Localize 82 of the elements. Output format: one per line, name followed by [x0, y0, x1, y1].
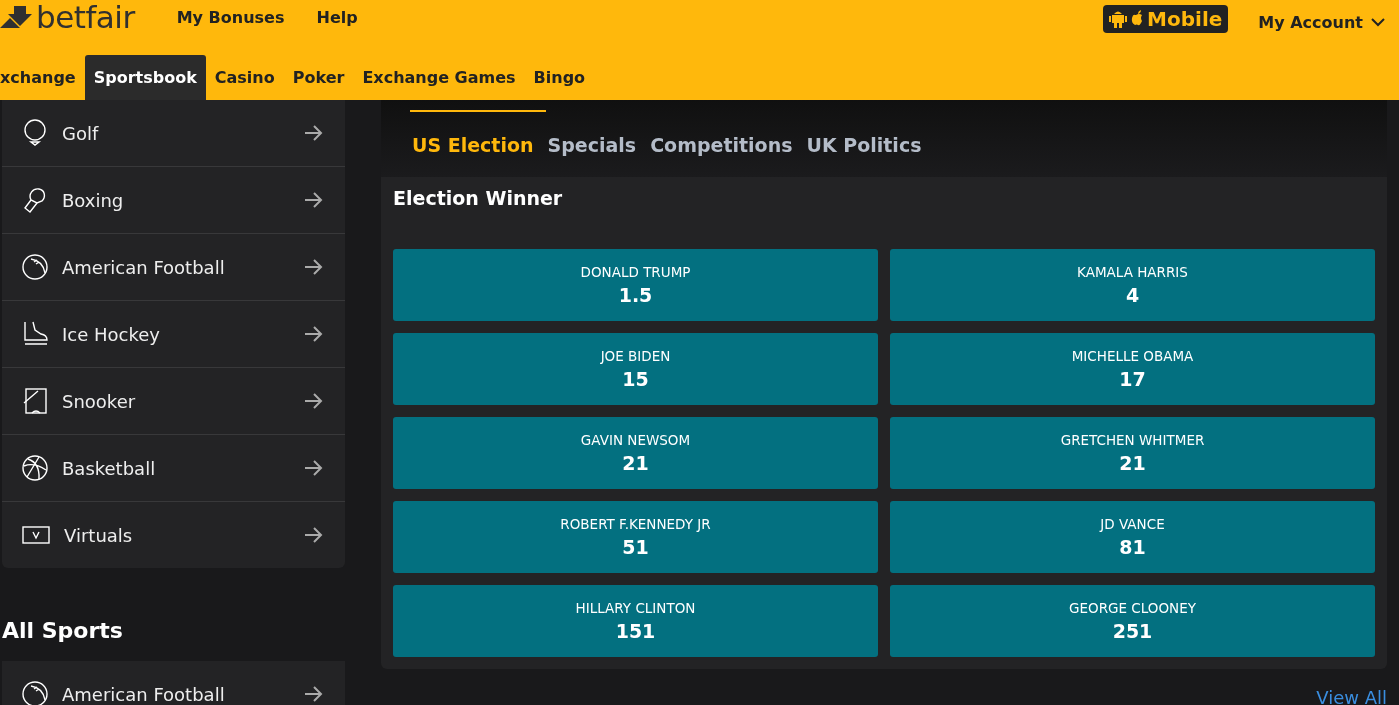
odds-value: 51	[622, 536, 649, 558]
basketball-icon	[22, 455, 48, 481]
arrow-right-icon	[303, 191, 323, 209]
selection-name: GEORGE CLOONEY	[1069, 600, 1196, 616]
odds-button[interactable]: ROBERT F.KENNEDY JR 51	[393, 501, 878, 573]
sport-label: Ice Hockey	[62, 323, 161, 345]
odds-value: 21	[622, 452, 649, 474]
odds-button[interactable]: GEORGE CLOONEY 251	[890, 585, 1375, 657]
mobile-badge[interactable]: Mobile	[1103, 5, 1229, 33]
selection-name: ROBERT F.KENNEDY JR	[560, 516, 711, 532]
odds-value: 1.5	[618, 284, 653, 306]
sport-label: Boxing	[62, 189, 125, 211]
sport-item[interactable]: Basketball	[2, 435, 345, 502]
sport-label: American Football	[62, 683, 226, 705]
nav-tab[interactable]: xchange	[0, 55, 85, 100]
odds-value: 251	[1112, 620, 1153, 642]
mobile-label: Mobile	[1147, 7, 1223, 31]
market-tab[interactable]: Specials	[545, 110, 649, 177]
arrow-right-icon	[303, 124, 323, 142]
sport-label: Golf	[62, 122, 100, 144]
odds-button[interactable]: JOE BIDEN 15	[393, 333, 878, 405]
nav-tab[interactable]: Casino	[205, 55, 284, 100]
header-link[interactable]: Help	[316, 7, 358, 27]
header-link[interactable]: My Bonuses	[176, 7, 285, 27]
market-title: Election Winner	[393, 187, 564, 209]
golf-ball-icon	[22, 119, 48, 147]
odds-button[interactable]: GAVIN NEWSOM 21	[393, 417, 878, 489]
arrow-right-icon	[303, 325, 323, 343]
sport-item[interactable]: Ice Hockey	[2, 301, 345, 368]
odds-button[interactable]: DONALD TRUMP 1.5	[393, 249, 878, 321]
ice-skate-icon	[22, 320, 48, 348]
football-icon	[22, 254, 48, 280]
sport-label: Virtuals	[64, 524, 134, 546]
selection-name: KAMALA HARRIS	[1077, 264, 1188, 280]
arrow-right-icon	[303, 526, 323, 544]
market-tab[interactable]: Competitions	[648, 110, 805, 177]
nav-tab[interactable]: Sportsbook	[84, 55, 206, 100]
nav-tab[interactable]: Exchange Games	[353, 55, 525, 100]
selection-name: JOE BIDEN	[600, 348, 671, 364]
arrow-right-icon	[303, 685, 323, 703]
odds-button[interactable]: HILLARY CLINTON 151	[393, 585, 878, 657]
selection-name: JD VANCE	[1100, 516, 1165, 532]
sport-item[interactable]: American Football	[2, 234, 345, 301]
selection-name: GRETCHEN WHITMER	[1060, 432, 1205, 448]
odds-button[interactable]: GRETCHEN WHITMER 21	[890, 417, 1375, 489]
section-title: All Sports	[2, 618, 124, 643]
arrow-right-icon	[303, 459, 323, 477]
odds-button[interactable]: MICHELLE OBAMA 17	[890, 333, 1375, 405]
sport-item[interactable]: Virtuals	[2, 502, 345, 568]
odds-value: 15	[622, 368, 649, 390]
sport-item[interactable]: Boxing	[2, 167, 345, 234]
odds-value: 21	[1119, 452, 1146, 474]
nav-tab[interactable]: Poker	[283, 55, 354, 100]
betfair-logo[interactable]: betfair	[0, 0, 135, 35]
sport-item[interactable]: Golf	[2, 100, 345, 167]
odds-value: 81	[1119, 536, 1146, 558]
arrows-icon	[0, 4, 34, 30]
market-tab[interactable]: UK Politics	[804, 110, 934, 177]
odds-value: 151	[615, 620, 656, 642]
odds-button[interactable]: JD VANCE 81	[890, 501, 1375, 573]
selection-name: MICHELLE OBAMA	[1071, 348, 1194, 364]
sport-item[interactable]: Snooker	[2, 368, 345, 435]
snooker-table-icon	[22, 387, 48, 415]
arrow-right-icon	[303, 258, 323, 276]
odds-value: 17	[1119, 368, 1146, 390]
arrow-right-icon	[303, 392, 323, 410]
sport-label: Basketball	[62, 457, 157, 479]
sport-label: Snooker	[62, 390, 137, 412]
odds-button[interactable]: KAMALA HARRIS 4	[890, 249, 1375, 321]
selection-name: HILLARY CLINTON	[575, 600, 696, 616]
sport-item[interactable]: American Football	[2, 661, 345, 705]
odds-value: 4	[1125, 284, 1140, 306]
virtual-screen-icon	[22, 525, 50, 545]
boxing-glove-icon	[22, 186, 48, 214]
view-all-link[interactable]: View All	[1316, 687, 1387, 705]
sport-label: American Football	[62, 256, 226, 278]
selection-name: GAVIN NEWSOM	[580, 432, 691, 448]
nav-tab[interactable]: Bingo	[524, 55, 595, 100]
chevron-down-icon	[1371, 17, 1385, 27]
football-icon	[22, 681, 48, 705]
account-menu[interactable]: My Account	[1258, 12, 1385, 32]
selection-name: DONALD TRUMP	[580, 264, 691, 280]
